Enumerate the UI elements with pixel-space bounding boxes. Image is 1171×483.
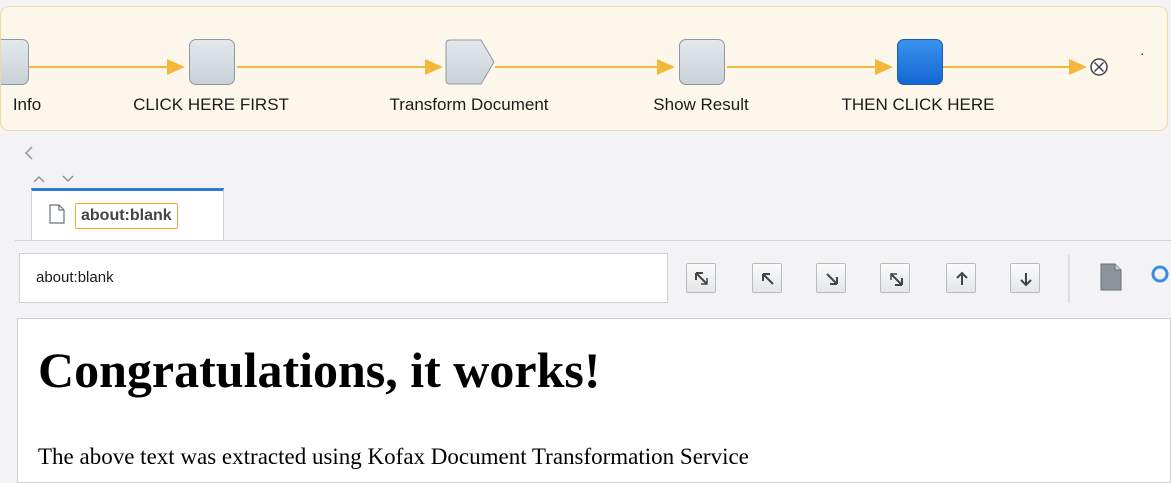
search-button[interactable] bbox=[1148, 262, 1171, 297]
tab-about-blank[interactable]: about:blank bbox=[31, 188, 224, 240]
connector bbox=[237, 66, 427, 68]
step-click-here-first-node[interactable] bbox=[189, 39, 235, 85]
last-button[interactable] bbox=[880, 263, 910, 293]
arrow-icon bbox=[1069, 59, 1087, 75]
toolbar-separator bbox=[1068, 255, 1070, 303]
step-transform-document-node[interactable] bbox=[445, 39, 497, 85]
tab-title: about:blank bbox=[75, 203, 178, 229]
last-icon bbox=[890, 273, 903, 286]
chevron-left-icon[interactable] bbox=[24, 146, 34, 164]
page-heading: Congratulations, it works! bbox=[38, 342, 601, 398]
page-text: The above text was extracted using Kofax… bbox=[38, 444, 749, 469]
connector bbox=[727, 66, 877, 68]
search-icon bbox=[1151, 265, 1169, 283]
step-show-result-node[interactable] bbox=[679, 39, 725, 85]
step-label-transform-document: Transform Document bbox=[389, 95, 549, 114]
pentagon-icon bbox=[445, 39, 495, 85]
up-button[interactable] bbox=[946, 263, 976, 293]
document-icon bbox=[49, 204, 65, 224]
next-button[interactable] bbox=[816, 263, 846, 293]
dot-marker: · bbox=[1140, 45, 1145, 61]
step-then-click-here-node[interactable] bbox=[897, 39, 943, 85]
down-button[interactable] bbox=[1010, 263, 1040, 293]
up-icon bbox=[956, 271, 968, 285]
chevron-up-icon[interactable] bbox=[33, 171, 45, 187]
step-label-then-click-here: THEN CLICK HERE bbox=[841, 95, 995, 114]
arrow-icon bbox=[875, 59, 893, 75]
previous-icon bbox=[762, 273, 774, 285]
page-button[interactable] bbox=[1099, 262, 1123, 297]
first-button[interactable] bbox=[686, 263, 716, 293]
connector bbox=[943, 66, 1071, 68]
next-icon bbox=[826, 273, 838, 285]
step-label-click-here-first: CLICK HERE FIRST bbox=[133, 95, 289, 114]
connector bbox=[495, 66, 659, 68]
page-icon bbox=[1100, 263, 1122, 291]
workflow-strip: · Info CLICK HERE FIRST Transform Docume… bbox=[0, 6, 1168, 131]
address-field[interactable]: about:blank bbox=[19, 253, 668, 303]
first-icon bbox=[695, 272, 708, 285]
end-circle-x-icon bbox=[1090, 58, 1108, 76]
step-label-info: Info bbox=[12, 95, 42, 114]
chevron-down-icon[interactable] bbox=[62, 171, 74, 187]
step-info-node[interactable] bbox=[1, 39, 29, 85]
arrow-icon bbox=[167, 59, 185, 75]
previous-button[interactable] bbox=[752, 263, 782, 293]
page-content: Congratulations, it works! The above tex… bbox=[17, 318, 1171, 483]
down-icon bbox=[1020, 273, 1032, 287]
step-label-show-result: Show Result bbox=[653, 95, 749, 114]
connector bbox=[29, 66, 169, 68]
arrow-icon bbox=[657, 59, 675, 75]
tab-bar: about:blank bbox=[15, 188, 1171, 241]
arrow-icon bbox=[425, 59, 443, 75]
